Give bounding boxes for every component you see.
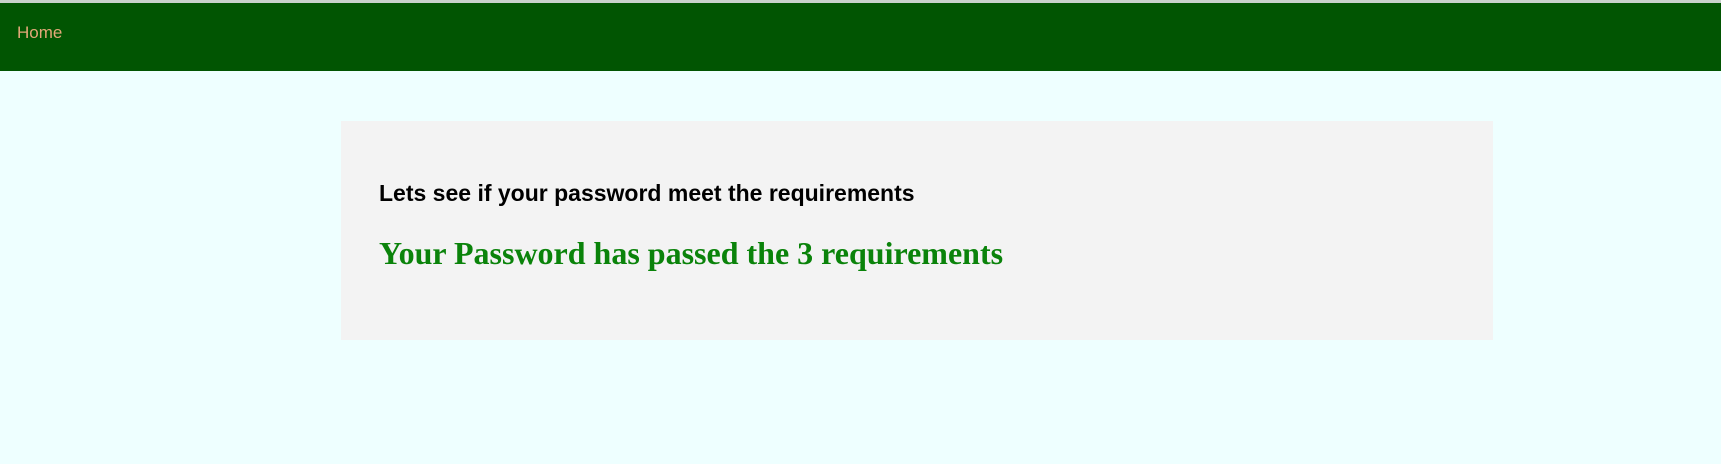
password-result-message: Your Password has passed the 3 requireme…: [379, 235, 1004, 271]
password-result-card: Lets see if your password meet the requi…: [341, 121, 1493, 340]
top-navbar: Home: [0, 3, 1721, 71]
card-heading: Lets see if your password meet the requi…: [379, 180, 915, 206]
nav-home-link[interactable]: Home: [17, 23, 62, 43]
